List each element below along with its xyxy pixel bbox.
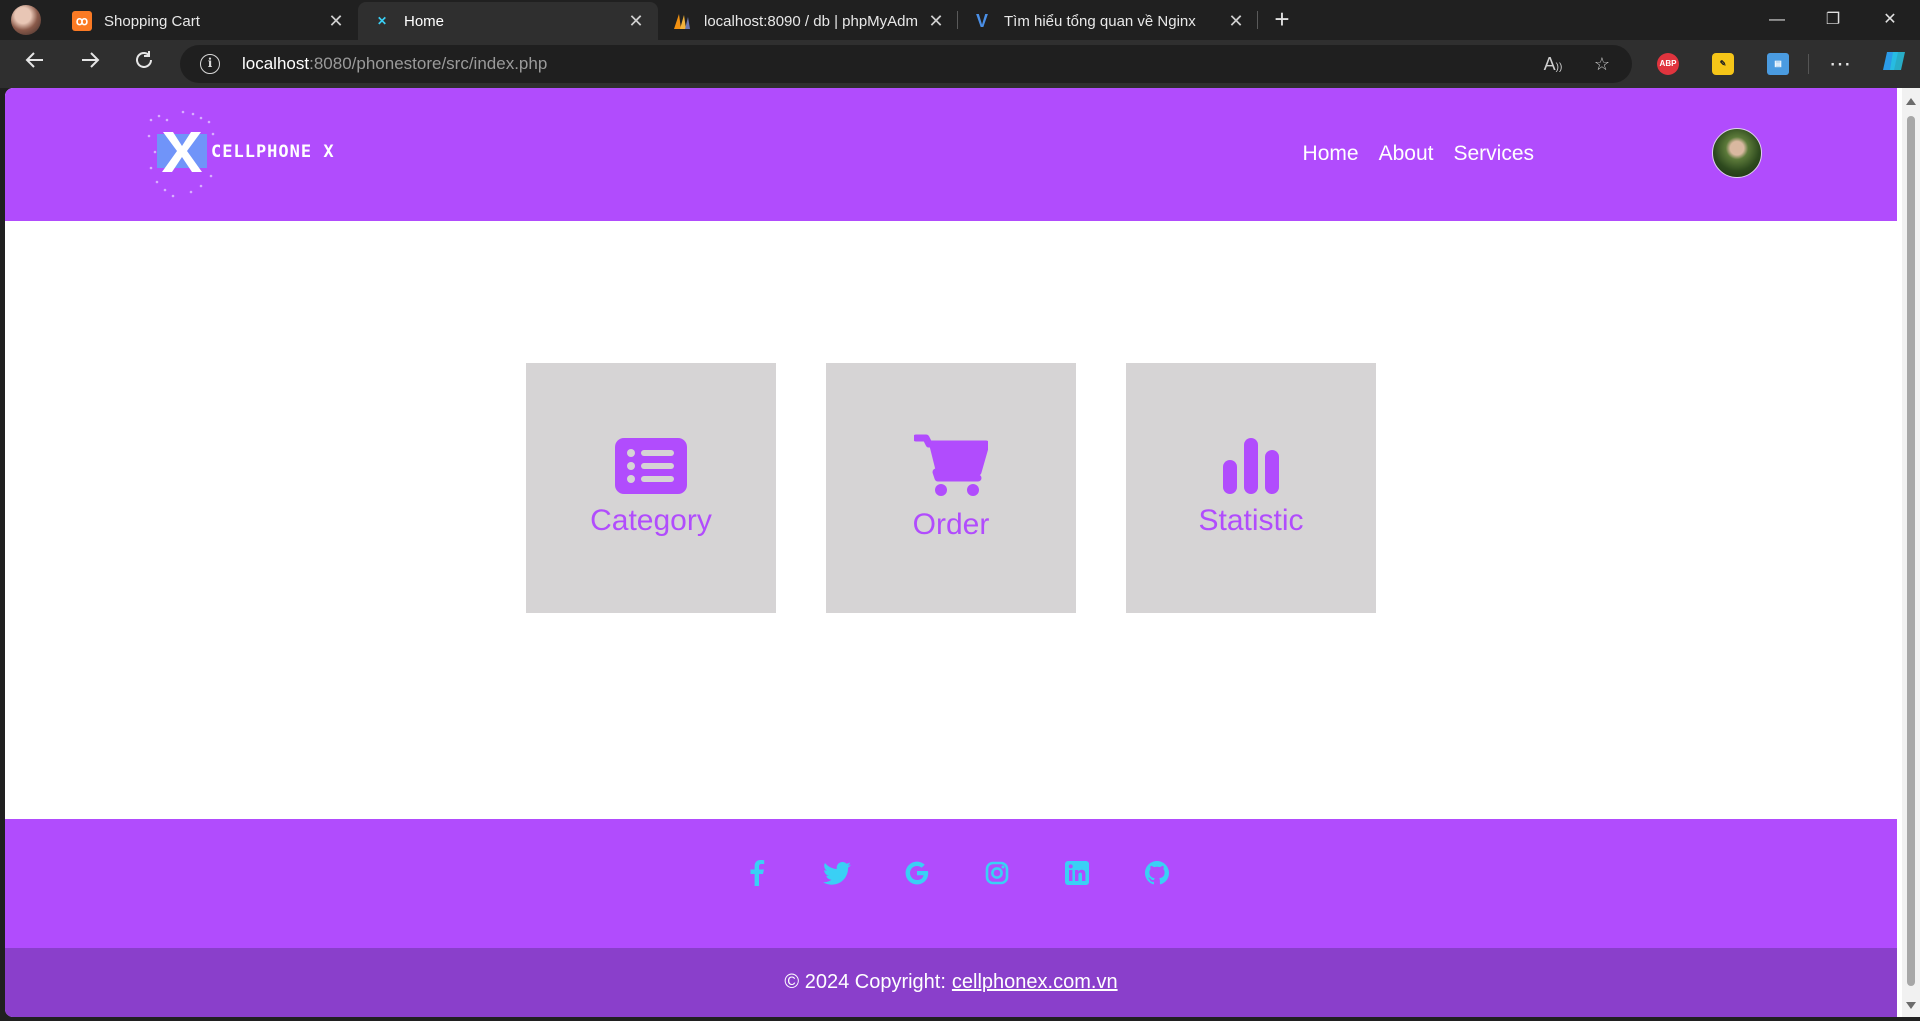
scroll-down-arrow-icon[interactable] [1906,1002,1916,1009]
tab-separator [1257,11,1258,29]
card-label: Statistic [1198,504,1304,537]
order-card[interactable]: Order [826,363,1076,613]
tab-home[interactable]: ✕ Home ✕ [358,2,658,40]
screenshot-extension-icon[interactable]: ▤ [1767,53,1789,75]
back-button[interactable] [17,48,53,80]
nav-about[interactable]: About [1379,142,1434,166]
twitter-icon[interactable] [823,859,851,887]
nav-services[interactable]: Services [1453,142,1534,166]
tab-phpmyadmin[interactable]: localhost:8090 / db | phpMyAdm ✕ [658,2,958,40]
category-card[interactable]: Category [526,363,776,613]
copyright-bar: © 2024 Copyright: cellphonex.com.vn [5,948,1897,1017]
restore-button[interactable]: ❐ [1805,0,1861,40]
browser-tab-bar: ꝏ Shopping Cart ✕ ✕ Home ✕ localhost:809… [0,0,1920,40]
page-viewport: CELLPHONE X Home About Services Category [5,88,1920,1017]
v-icon: V [975,10,988,31]
browser-toolbar: i localhost:8080/phonestore/src/index.ph… [0,40,1920,88]
tab-title: localhost:8090 / db | phpMyAdm [704,12,919,30]
back-arrow-icon [25,52,43,68]
card-label: Category [590,504,712,537]
list-icon [615,438,687,494]
site-header: CELLPHONE X Home About Services [5,88,1897,221]
scroll-up-arrow-icon[interactable] [1906,98,1916,105]
favorite-star-icon[interactable]: ☆ [1591,53,1613,75]
tab-title: Home [404,12,445,30]
close-icon[interactable]: ✕ [326,11,346,31]
tab-title: Tìm hiểu tổng quan về Nginx [1004,12,1196,30]
toolbar-separator [1808,54,1809,74]
close-icon[interactable]: ✕ [926,11,946,31]
copilot-icon[interactable] [1876,48,1912,80]
scrollbar-thumb[interactable] [1907,116,1915,986]
window-close-button[interactable]: ✕ [1862,0,1918,40]
close-icon[interactable]: ✕ [1226,11,1246,31]
card-label: Order [912,508,990,541]
tab-nginx[interactable]: V Tìm hiểu tổng quan về Nginx ✕ [958,2,1258,40]
copyright-link[interactable]: cellphonex.com.vn [952,971,1118,994]
cellphonex-icon: ✕ [376,14,388,28]
reload-icon [136,51,152,68]
new-tab-button[interactable]: + [1268,6,1296,34]
address-bar[interactable]: i localhost:8080/phonestore/src/index.ph… [180,45,1632,83]
page-scrollbar[interactable] [1902,88,1920,1017]
statistic-card[interactable]: Statistic [1126,363,1376,613]
phpmyadmin-icon [672,11,692,31]
profile-avatar[interactable] [11,5,41,35]
settings-menu-button[interactable]: ⋯ [1822,48,1858,80]
close-icon[interactable]: ✕ [626,11,646,31]
url-text[interactable]: localhost:8080/phonestore/src/index.php [242,54,547,74]
main-nav: Home About Services [1303,142,1534,166]
reload-button[interactable] [126,48,162,80]
site-logo[interactable]: CELLPHONE X [143,106,383,202]
google-icon[interactable] [903,859,931,887]
cart-icon [914,434,988,496]
forward-arrow-icon [82,52,100,68]
bar-chart-icon [1223,438,1279,494]
instagram-icon[interactable] [983,859,1011,887]
linkedin-icon[interactable] [1063,859,1091,887]
read-aloud-icon[interactable]: A)) [1542,53,1564,75]
facebook-icon[interactable] [743,859,771,887]
copyright-text: © 2024 Copyright: [784,971,946,993]
github-icon[interactable] [1143,859,1171,887]
site-info-icon[interactable]: i [200,54,220,74]
logo-text: CELLPHONE X [211,142,335,162]
xampp-icon: ꝏ [72,11,92,31]
user-avatar[interactable] [1712,128,1762,178]
tab-shopping-cart[interactable]: ꝏ Shopping Cart ✕ [58,2,358,40]
nav-home[interactable]: Home [1303,142,1359,166]
tab-title: Shopping Cart [104,12,200,30]
forward-button[interactable] [72,48,108,80]
minimize-button[interactable]: — [1749,0,1805,40]
dashboard-cards: Category Order Statistic [526,363,1376,613]
social-links [5,859,1897,899]
adblock-icon[interactable]: ABP [1657,53,1679,75]
site-footer: © 2024 Copyright: cellphonex.com.vn [5,819,1897,1017]
extension-icon[interactable]: ✎ [1712,53,1734,75]
